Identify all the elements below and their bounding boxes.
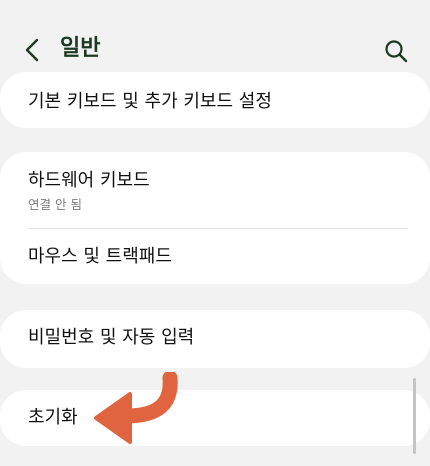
reset-item[interactable]: 초기화 — [0, 390, 430, 446]
mouse-trackpad-item[interactable]: 마우스 및 트랙패드 — [0, 229, 430, 284]
hardware-keyboard-item[interactable]: 하드웨어 키보드 연결 안 됨 — [0, 152, 430, 228]
settings-section-reset: 초기화 — [0, 390, 430, 446]
item-label: 기본 키보드 및 추가 키보드 설정 — [28, 91, 272, 112]
item-label: 하드웨어 키보드 — [28, 170, 150, 191]
default-keyboard-settings-item[interactable]: 기본 키보드 및 추가 키보드 설정 — [0, 72, 430, 128]
item-label: 비밀번호 및 자동 입력 — [28, 327, 195, 348]
item-subtitle: 연결 안 됨 — [28, 197, 82, 212]
settings-section-keyboards: 기본 키보드 및 추가 키보드 설정 — [0, 72, 430, 128]
back-button[interactable] — [18, 34, 50, 66]
settings-section-passwords: 비밀번호 및 자동 입력 — [0, 310, 430, 368]
passwords-autofill-item[interactable]: 비밀번호 및 자동 입력 — [0, 310, 430, 368]
item-label: 마우스 및 트랙패드 — [28, 246, 172, 267]
page-title: 일반 — [60, 36, 101, 61]
search-icon — [385, 40, 408, 63]
curved-arrow-icon — [94, 372, 178, 444]
chevron-left-icon — [25, 38, 39, 62]
settings-section-hardware: 하드웨어 키보드 연결 안 됨 마우스 및 트랙패드 — [0, 152, 430, 284]
scrollbar[interactable] — [413, 378, 416, 454]
search-button[interactable] — [381, 36, 411, 66]
item-label: 초기화 — [28, 407, 78, 428]
